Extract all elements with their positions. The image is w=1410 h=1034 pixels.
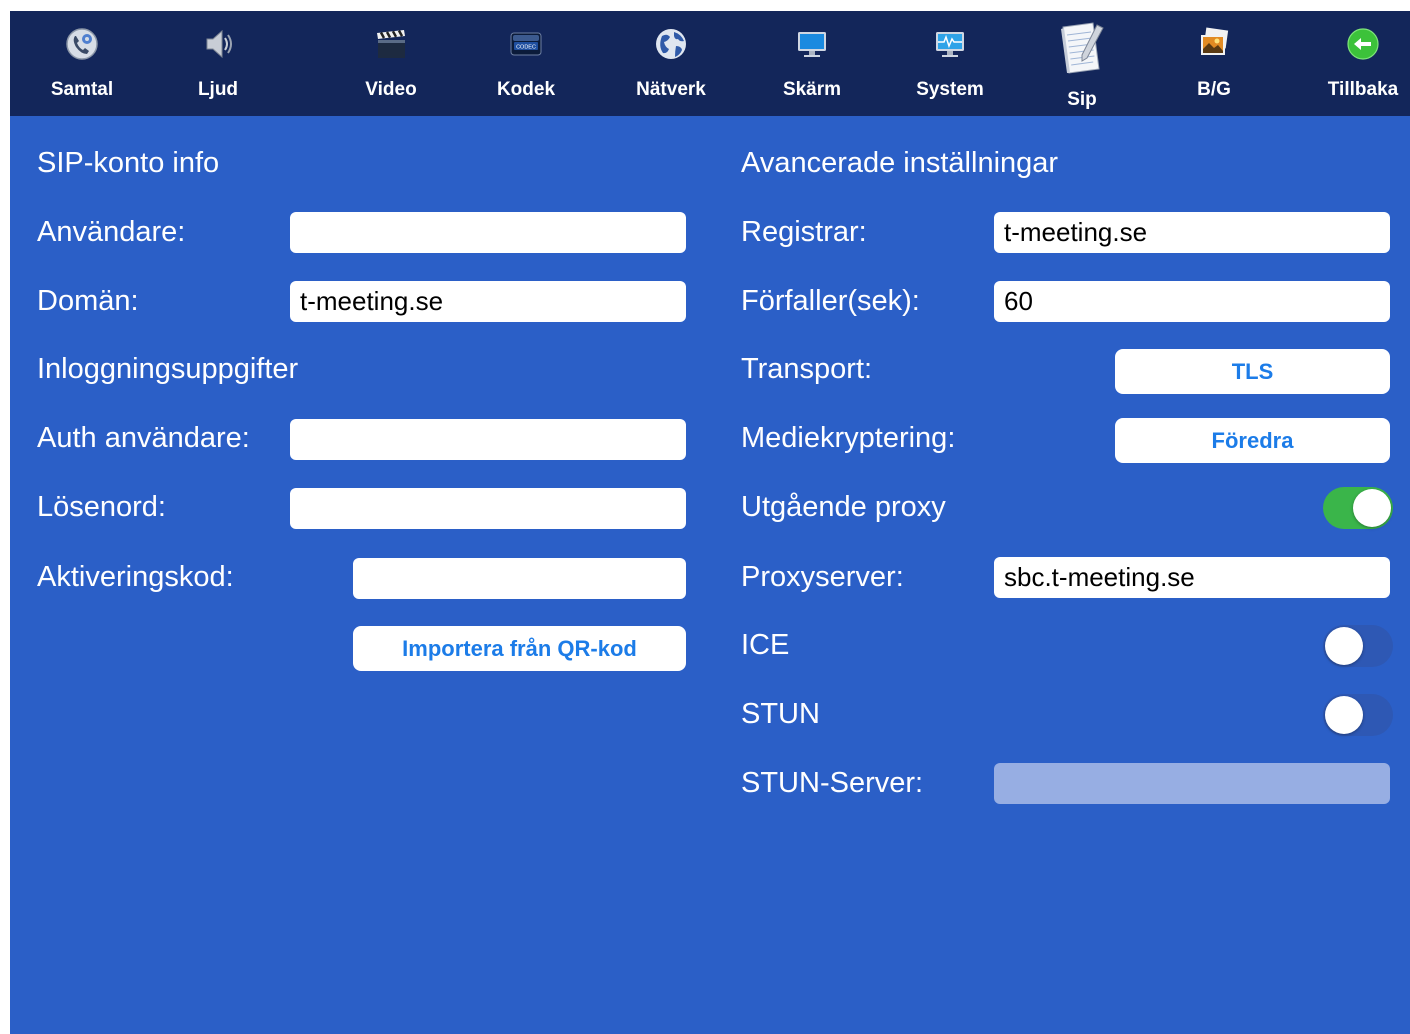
advanced-settings-title: Avancerade inställningar [741, 147, 1059, 179]
system-monitor-icon [933, 27, 967, 61]
outbound-proxy-label: Utgående proxy [741, 491, 946, 523]
expires-label: Förfaller(sek): [741, 285, 920, 317]
tab-kodek[interactable]: CODEC Kodek [471, 11, 581, 116]
user-label: Användare: [37, 216, 186, 248]
tab-video[interactable]: Video [336, 11, 446, 116]
tab-samtal-label: Samtal [50, 79, 114, 100]
tab-skarm-label: Skärm [782, 79, 842, 100]
expires-field[interactable]: 60 [994, 281, 1390, 322]
top-toolbar: Samtal Ljud Video CODEC Kodek Nätverk Sk… [10, 11, 1410, 116]
tab-kodek-label: Kodek [496, 79, 556, 100]
codec-chip-icon: CODEC [509, 27, 543, 61]
ice-toggle-knob [1325, 627, 1363, 665]
monitor-icon [795, 27, 829, 61]
activation-code-label: Aktiveringskod: [37, 561, 234, 593]
clapperboard-icon [374, 27, 408, 61]
stun-toggle-knob [1325, 696, 1363, 734]
tab-system[interactable]: System [895, 11, 1005, 116]
tab-bg-label: B/G [1197, 79, 1231, 100]
tab-sip[interactable]: Sip [1027, 11, 1137, 116]
registrar-field[interactable]: t-meeting.se [994, 212, 1390, 253]
pictures-icon [1197, 27, 1231, 61]
login-credentials-title: Inloggningsuppgifter [37, 353, 299, 385]
password-field[interactable] [290, 488, 686, 529]
ice-toggle[interactable] [1323, 625, 1393, 667]
tab-ljud-label: Ljud [197, 79, 239, 100]
stun-toggle[interactable] [1323, 694, 1393, 736]
settings-screen: Samtal Ljud Video CODEC Kodek Nätverk Sk… [10, 11, 1410, 1034]
outbound-proxy-toggle-knob [1353, 489, 1391, 527]
media-encryption-label: Mediekryptering: [741, 422, 956, 454]
tab-ljud[interactable]: Ljud [163, 11, 273, 116]
speaker-icon [201, 27, 235, 61]
user-field[interactable] [290, 212, 686, 253]
registrar-label: Registrar: [741, 216, 867, 248]
back-arrow-icon [1346, 27, 1380, 61]
domain-label: Domän: [37, 285, 139, 317]
tab-tillbaka[interactable]: Tillbaka [1308, 11, 1410, 116]
stun-label: STUN [741, 698, 820, 730]
ice-label: ICE [741, 629, 790, 661]
import-qr-button[interactable]: Importera från QR-kod [353, 626, 686, 671]
activation-code-field[interactable] [353, 558, 686, 599]
transport-select-button[interactable]: TLS [1115, 349, 1390, 394]
tab-video-label: Video [365, 79, 417, 100]
tab-sip-label: Sip [1067, 89, 1097, 110]
tab-skarm[interactable]: Skärm [757, 11, 867, 116]
tab-tillbaka-label: Tillbaka [1327, 79, 1399, 100]
globe-icon [654, 27, 688, 61]
tab-bg[interactable]: B/G [1159, 11, 1269, 116]
outbound-proxy-toggle[interactable] [1323, 487, 1393, 529]
tab-natverk[interactable]: Nätverk [616, 11, 726, 116]
auth-user-field[interactable] [290, 419, 686, 460]
tab-natverk-label: Nätverk [636, 79, 706, 100]
stun-server-field[interactable] [994, 763, 1390, 804]
domain-field[interactable]: t-meeting.se [290, 281, 686, 322]
sip-account-title: SIP-konto info [37, 147, 220, 179]
media-encryption-select-button[interactable]: Föredra [1115, 418, 1390, 463]
proxy-server-field[interactable]: sbc.t-meeting.se [994, 557, 1390, 598]
notepad-pen-icon [1057, 19, 1109, 77]
password-label: Lösenord: [37, 491, 166, 523]
codec-icon-text: CODEC [516, 45, 536, 51]
phone-gear-icon [65, 27, 99, 61]
stun-server-label: STUN-Server: [741, 767, 924, 799]
proxy-server-label: Proxyserver: [741, 561, 904, 593]
tab-samtal[interactable]: Samtal [27, 11, 137, 116]
transport-label: Transport: [741, 353, 873, 385]
auth-user-label: Auth användare: [37, 422, 250, 454]
tab-system-label: System [916, 79, 984, 100]
